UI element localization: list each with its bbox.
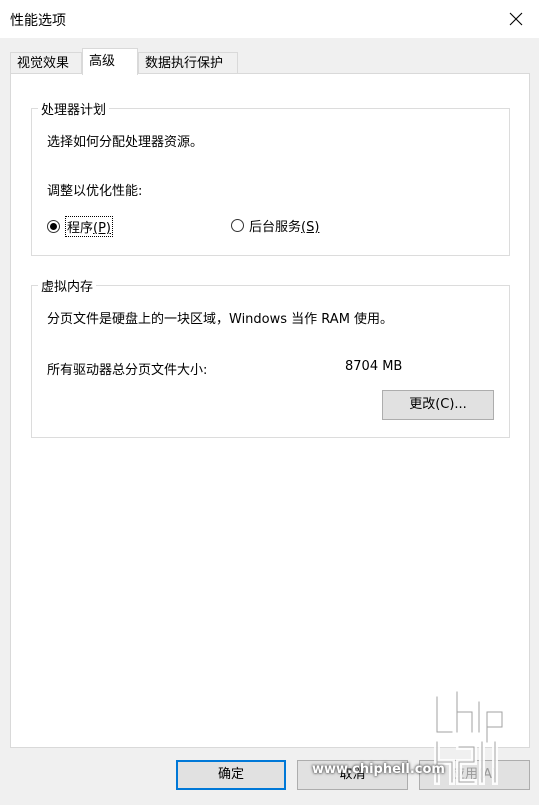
radio-background-services-indicator [231, 219, 244, 232]
title-bar: 性能选项 [0, 0, 539, 38]
total-paging-file-label: 所有驱动器总分页文件大小: [47, 363, 208, 378]
adjust-performance-label: 调整以优化性能: [47, 184, 143, 199]
virtual-memory-description: 分页文件是硬盘上的一块区域，Windows 当作 RAM 使用。 [47, 312, 394, 327]
tab-panel-advanced: 处理器计划 选择如何分配处理器资源。 调整以优化性能: 程序(P) 后台服务(S… [10, 73, 530, 748]
total-paging-file-value: 8704 MB [345, 359, 403, 374]
radio-programs-label: 程序(P) [65, 216, 113, 237]
close-button[interactable] [493, 0, 539, 38]
radio-programs-indicator [47, 220, 60, 233]
tab-advanced[interactable]: 高级 [82, 48, 138, 75]
processor-scheduling-legend: 处理器计划 [38, 99, 110, 118]
radio-background-services-label: 后台服务(S) [249, 220, 320, 235]
processor-description: 选择如何分配处理器资源。 [47, 135, 204, 150]
processor-scheduling-group: 处理器计划 选择如何分配处理器资源。 调整以优化性能: 程序(P) 后台服务(S… [31, 99, 510, 256]
tab-data-execution-prevention[interactable]: 数据执行保护 [138, 52, 238, 74]
virtual-memory-legend: 虚拟内存 [38, 276, 97, 295]
radio-background-services[interactable]: 后台服务(S) [231, 216, 319, 235]
close-icon [509, 12, 523, 26]
tab-visual-effects[interactable]: 视觉效果 [10, 52, 82, 74]
radio-programs[interactable]: 程序(P) [47, 216, 113, 237]
ok-button[interactable]: 确定 [176, 760, 286, 790]
window-title: 性能选项 [10, 13, 66, 29]
watermark-site-text: www.chiphell.com [312, 762, 445, 777]
change-virtual-memory-button[interactable]: 更改(C)... [382, 390, 494, 420]
virtual-memory-group: 虚拟内存 分页文件是硬盘上的一块区域，Windows 当作 RAM 使用。 所有… [31, 276, 510, 438]
